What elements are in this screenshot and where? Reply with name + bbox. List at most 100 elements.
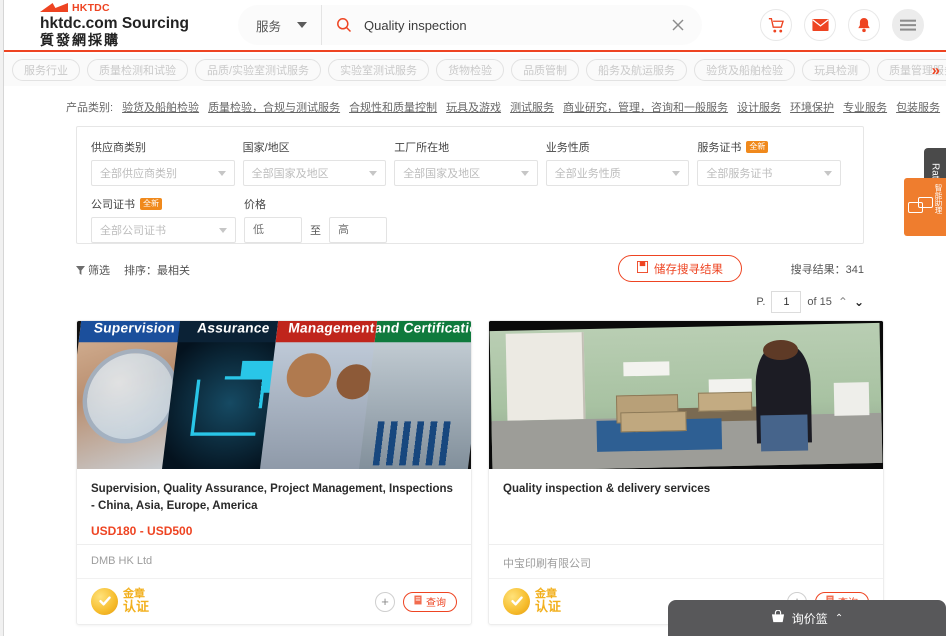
filter-country: 国家/地区 全部国家及地区: [242, 139, 387, 186]
filter-value-company-certificate: 全部公司证书: [100, 225, 166, 237]
inquiry-basket-bar[interactable]: 询价篮 ⌃: [668, 600, 946, 636]
filter-value-country: 全部国家及地区: [251, 168, 329, 180]
photo-box-2: [619, 410, 687, 432]
supplier-name[interactable]: DMB HK Ltd: [77, 544, 471, 578]
filter-select-business-nature[interactable]: 全部业务性质: [545, 160, 690, 186]
chevron-down-icon: [297, 22, 308, 28]
chip-7[interactable]: 验货及船舶检验: [694, 59, 796, 81]
category-link-2[interactable]: 合规性和质量控制: [349, 99, 437, 115]
page-next-icon[interactable]: ⌄: [854, 296, 864, 308]
search-icon: [336, 17, 352, 33]
chevron-down-icon: [672, 170, 681, 176]
filter-label-country: 国家/地区: [242, 142, 290, 154]
price-high-input[interactable]: [329, 217, 387, 243]
brand-logo[interactable]: HKTDC hktdc.com Sourcing 質發網採購: [40, 2, 220, 49]
chip-2[interactable]: 品质/实验室测试服务: [195, 59, 322, 81]
inquiry-button[interactable]: 查询: [403, 591, 457, 612]
category-link-0[interactable]: 验货及船舶检验: [122, 99, 199, 115]
price-low-input[interactable]: [244, 217, 302, 243]
filter-toggle-button[interactable]: 筛选: [76, 262, 110, 278]
page-root: HKTDC hktdc.com Sourcing 質發網採購 服务 Qualit…: [0, 0, 946, 636]
supplier-name[interactable]: 中宝印刷有限公司: [489, 544, 883, 578]
clear-search-icon[interactable]: [654, 17, 702, 33]
page-total-label: of 15: [807, 296, 832, 308]
smart-assistant-widget[interactable]: 智能助理: [904, 178, 946, 236]
filter-value-supplier-type: 全部供应商类别: [100, 168, 177, 180]
bell-icon[interactable]: [848, 9, 880, 41]
category-link-4[interactable]: 测试服务: [510, 99, 554, 115]
search-scope-dropdown[interactable]: 服务: [238, 5, 323, 45]
filter-label-text-company-certificate: 公司证书: [91, 199, 135, 211]
chevron-down-icon: [369, 170, 378, 176]
chevron-down-icon: [217, 170, 226, 176]
product-title[interactable]: Quality inspection & delivery services: [503, 481, 869, 498]
filter-select-company-certificate[interactable]: 全部公司证书: [91, 217, 236, 243]
gold-badge-line2: 认证: [123, 599, 150, 615]
category-link-9[interactable]: 包装服务: [896, 99, 940, 115]
save-icon: [637, 261, 648, 276]
photo-worker-legs: [760, 414, 809, 452]
category-link-1[interactable]: 质量检验，合规与测试服务: [208, 99, 340, 115]
warehouse-photo: [489, 321, 883, 469]
price-range-row: 至: [244, 217, 444, 243]
hamburger-icon[interactable]: [892, 9, 924, 41]
gold-certification-badge: 金章 认证: [503, 588, 561, 616]
collage-band-1: Assurance: [177, 321, 289, 343]
product-card[interactable]: Quality inspection & delivery services 中…: [488, 320, 884, 625]
gold-badge-text: 金章 认证: [535, 588, 561, 616]
filter-label-service-certificate: 服务证书 全新: [697, 139, 841, 155]
filter-value-business-nature: 全部业务性质: [554, 168, 621, 180]
chip-6[interactable]: 船务及航运服务: [586, 59, 688, 81]
filter-select-country[interactable]: 全部国家及地区: [242, 160, 387, 186]
inquiry-basket-label: 询价篮: [791, 611, 828, 626]
product-title[interactable]: Supervision, Quality Assurance, Project …: [91, 481, 457, 514]
chip-5[interactable]: 品质管制: [511, 59, 580, 81]
filter-value-service-certificate: 全部服务证书: [706, 168, 773, 180]
photo-box-3: [697, 391, 753, 413]
filter-select-factory-location[interactable]: 全部国家及地区: [394, 160, 538, 186]
page-prev-icon[interactable]: ⌃: [838, 296, 848, 308]
chip-3[interactable]: 实验室测试服务: [328, 59, 430, 81]
pagination: P. of 15 ⌃ ⌄: [76, 290, 864, 314]
photo-paper-stack-2: [709, 378, 753, 393]
chip-0[interactable]: 服务行业: [12, 59, 80, 81]
product-card[interactable]: Supervision Assurance Management and Cer…: [76, 320, 472, 625]
new-badge: 全新: [746, 140, 769, 154]
brand-title-zh: 質發網採購: [40, 32, 120, 49]
photo-paper-stack-3: [833, 381, 870, 417]
filter-label-text-service-certificate: 服务证书: [697, 142, 742, 154]
category-link-7[interactable]: 环境保护: [790, 99, 834, 115]
chat-bubbles-icon: [908, 197, 934, 217]
filter-factory-location: 工厂所在地 全部国家及地区: [394, 139, 538, 186]
hktdc-wordmark: HKTDC: [72, 1, 110, 14]
filter-value-factory-location: 全部国家及地区: [403, 168, 481, 180]
window-left-strip: [0, 0, 4, 636]
product-image[interactable]: Supervision Assurance Management and Cer…: [77, 321, 471, 469]
page-number-input[interactable]: [771, 291, 802, 313]
funnel-icon: [76, 265, 85, 275]
chevron-up-icon[interactable]: ⌃: [835, 613, 843, 624]
sort-dropdown[interactable]: 排序：最相关: [124, 262, 190, 278]
chip-4[interactable]: 货物检验: [436, 59, 505, 81]
search-input[interactable]: Quality inspection: [364, 18, 654, 33]
save-search-label: 储存搜寻结果: [654, 263, 723, 276]
filter-select-supplier-type[interactable]: 全部供应商类别: [91, 160, 235, 186]
chip-1[interactable]: 质量检测和试验: [87, 59, 188, 81]
gold-check-icon: [503, 587, 530, 615]
category-link-3[interactable]: 玩具及游戏: [446, 99, 501, 115]
product-image[interactable]: [489, 321, 883, 469]
collage-band-0: Supervision: [78, 321, 191, 343]
header-icon-group: [760, 9, 924, 41]
cart-icon[interactable]: [760, 9, 792, 41]
add-to-basket-icon[interactable]: +: [375, 591, 395, 612]
results-count: 搜寻结果：341: [790, 264, 864, 276]
save-search-button[interactable]: 储存搜寻结果: [618, 255, 742, 282]
category-link-5[interactable]: 商业研究，管理，咨询和一般服务: [563, 99, 728, 115]
chips-next-icon[interactable]: »: [932, 63, 940, 78]
category-link-6[interactable]: 设计服务: [737, 99, 781, 115]
chip-8[interactable]: 玩具检测: [802, 59, 871, 81]
envelope-icon[interactable]: [804, 9, 836, 41]
filter-select-service-certificate[interactable]: 全部服务证书: [697, 160, 841, 186]
category-link-8[interactable]: 专业服务: [843, 99, 887, 115]
gold-badge-line1: 金章: [535, 587, 557, 600]
